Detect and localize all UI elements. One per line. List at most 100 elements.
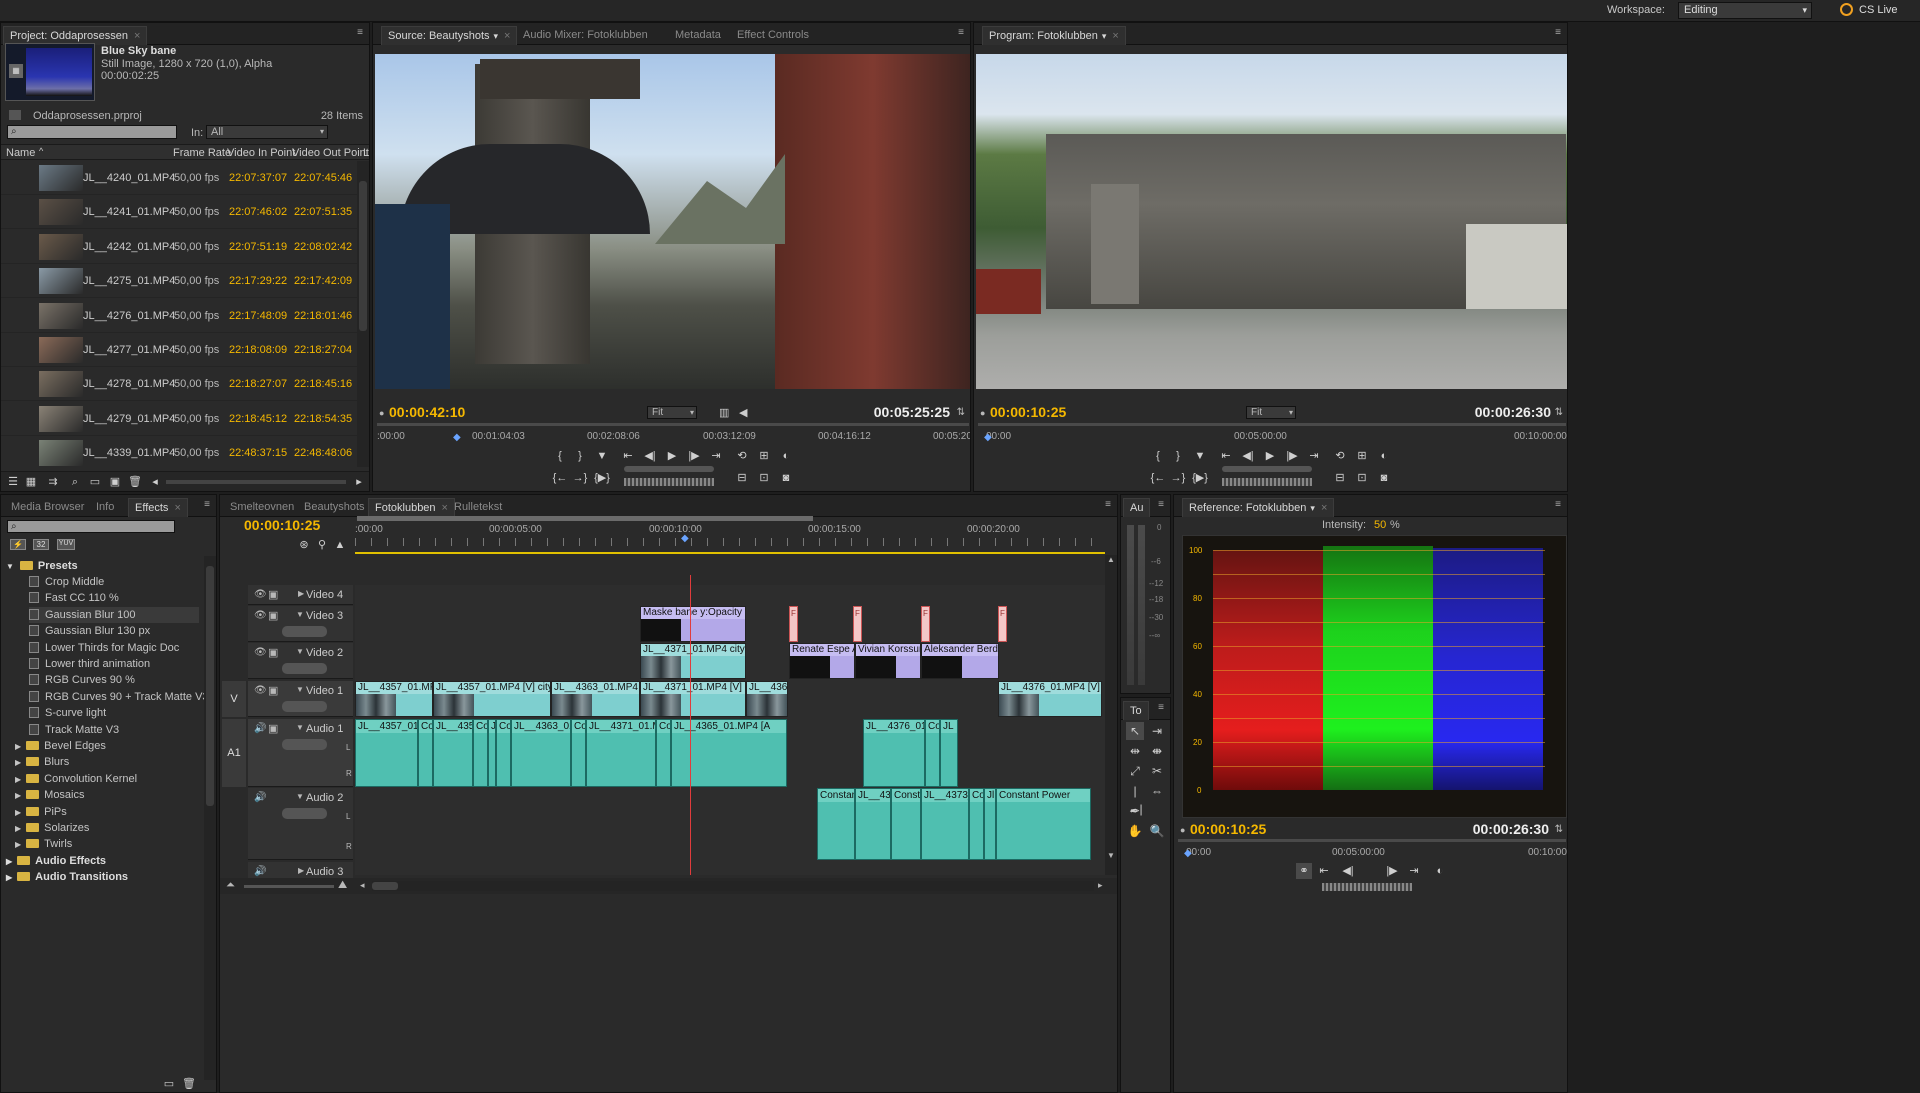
source-settings-icon[interactable]: ▥ bbox=[719, 406, 729, 419]
pen-tool-icon[interactable]: ✒ bbox=[1126, 802, 1144, 820]
output-icon[interactable]: ◐ bbox=[1432, 863, 1448, 879]
tab-source[interactable]: Source: Beautyshots ▾ × bbox=[381, 26, 518, 45]
eye-icon[interactable]: 👁 bbox=[254, 647, 267, 658]
close-icon[interactable]: × bbox=[174, 502, 180, 514]
preset-item[interactable]: Track Matte V3 bbox=[29, 722, 119, 738]
slide-tool-icon[interactable]: ⇔ bbox=[1148, 782, 1166, 800]
keyframe-toggle[interactable] bbox=[282, 626, 327, 637]
go-to-in-icon[interactable]: ⇤ bbox=[1218, 448, 1234, 464]
go-to-out-icon[interactable]: ⇥ bbox=[1306, 448, 1322, 464]
snap-icon[interactable]: ⊛ bbox=[296, 537, 312, 553]
list-view-icon[interactable]: ☰ bbox=[5, 474, 21, 490]
audio-clip[interactable]: JL__4357_ bbox=[433, 719, 473, 787]
row-in[interactable]: 22:48:37:15 bbox=[229, 447, 287, 459]
project-scrollbar[interactable] bbox=[357, 161, 369, 467]
keyframe-toggle[interactable] bbox=[282, 701, 327, 712]
output-icon[interactable]: ◐ bbox=[1376, 448, 1392, 464]
tab-rulletekst[interactable]: Rulletekst bbox=[448, 498, 508, 517]
close-icon[interactable]: × bbox=[504, 30, 510, 42]
audio-clip[interactable]: Consta bbox=[571, 719, 586, 787]
go-to-in-icon[interactable]: ⇤ bbox=[620, 448, 636, 464]
audio-clip[interactable]: JL bbox=[940, 719, 958, 787]
set-marker-icon[interactable]: ▼ bbox=[594, 448, 610, 464]
timeline-timecode[interactable]: 00:00:10:25 bbox=[244, 517, 320, 533]
add-marker-icon[interactable]: ▲ bbox=[332, 537, 348, 553]
close-icon[interactable]: × bbox=[134, 30, 140, 42]
preset-item[interactable]: Crop Middle bbox=[29, 574, 104, 590]
row-out[interactable]: 22:18:01:46 bbox=[294, 310, 352, 322]
track-toggle-icon[interactable]: ▣ bbox=[268, 722, 278, 735]
speaker-icon[interactable]: 🔊 bbox=[254, 792, 266, 803]
selection-tool-icon[interactable]: ↖ bbox=[1126, 722, 1144, 740]
work-area-bar[interactable] bbox=[357, 516, 813, 521]
zoom-slider[interactable] bbox=[244, 885, 334, 888]
audio-clip[interactable]: Constant Power bbox=[996, 788, 1091, 860]
track-toggle-icon[interactable]: ▣ bbox=[268, 684, 278, 697]
col-l[interactable]: L bbox=[363, 147, 369, 159]
keyframe-toggle[interactable] bbox=[282, 808, 327, 819]
step-back-icon[interactable]: ◀| bbox=[1340, 863, 1356, 879]
scroll-right-icon[interactable]: ▸ bbox=[351, 474, 367, 490]
step-back-icon[interactable]: ◀| bbox=[642, 448, 658, 464]
row-out[interactable]: 22:18:27:04 bbox=[294, 344, 352, 356]
audio-clip[interactable]: JL__4373_0 bbox=[921, 788, 969, 860]
row-out[interactable]: 22:18:54:35 bbox=[294, 413, 352, 425]
row-in[interactable]: 22:18:08:09 bbox=[229, 344, 287, 356]
go-prev-marker-icon[interactable]: {← bbox=[552, 470, 568, 486]
row-out[interactable]: 22:08:02:42 bbox=[294, 241, 352, 253]
preset-item[interactable]: Gaussian Blur 100 bbox=[29, 606, 199, 623]
go-to-in-icon[interactable]: ⇤ bbox=[1316, 863, 1332, 879]
project-row[interactable]: JL__4242_01.MP4 50,00 fps 22:07:51:19 22:08… bbox=[1, 230, 357, 264]
disclosure-open-icon[interactable]: ▼ bbox=[296, 723, 304, 732]
loop-icon[interactable]: ⟲ bbox=[734, 448, 750, 464]
disclosure-open-icon[interactable]: ▼ bbox=[296, 792, 304, 801]
preset-item[interactable]: Lower third animation bbox=[29, 656, 150, 672]
audio-clip[interactable]: Consta bbox=[891, 788, 921, 860]
reference-ruler[interactable]: 00:00 00:05:00:00 00:10:00 ◆ bbox=[1178, 839, 1567, 863]
tab-effect-controls[interactable]: Effect Controls bbox=[731, 26, 815, 45]
scroll-up-icon[interactable]: ▲ bbox=[1107, 555, 1115, 564]
razor-tool-icon[interactable]: ✂ bbox=[1148, 762, 1166, 780]
project-row[interactable]: JL__4278_01.MP4 50,00 fps 22:18:27:07 22:18… bbox=[1, 367, 357, 402]
col-out-point[interactable]: Video Out Point bbox=[292, 147, 369, 159]
clip-v2-4371[interactable]: JL__4371_01.MP4 city bbox=[640, 643, 746, 679]
loop-icon[interactable]: ⟲ bbox=[1332, 448, 1348, 464]
scroll-left-icon[interactable]: ◂ bbox=[360, 880, 365, 891]
reference-timecode[interactable]: 00:00:10:25 bbox=[1190, 821, 1266, 837]
mark-in-icon[interactable]: { bbox=[1150, 448, 1166, 464]
clip-v1-4357[interactable]: JL__4357_01.MP4 bbox=[355, 681, 433, 717]
speaker-icon[interactable]: 🔊 bbox=[254, 866, 266, 877]
effect-folder[interactable]: ▶ PiPs bbox=[15, 804, 67, 820]
source-playhead[interactable]: ◆ bbox=[453, 432, 461, 443]
tab-effects[interactable]: Effects × bbox=[128, 498, 188, 517]
project-row[interactable]: JL__4276_01.MP4 50,00 fps 22:17:48:09 22:18… bbox=[1, 299, 357, 333]
scroll-thumb[interactable] bbox=[372, 882, 398, 890]
jog-dial[interactable] bbox=[624, 478, 714, 486]
marker-clip[interactable]: F bbox=[921, 606, 930, 642]
tab-smelteovnen[interactable]: Smelteovnen bbox=[224, 498, 300, 517]
slip-tool-icon[interactable]: |↔| bbox=[1126, 782, 1144, 816]
disclosure-open-icon[interactable]: ▼ bbox=[296, 647, 304, 656]
eye-icon[interactable]: 👁 bbox=[254, 610, 267, 621]
row-in[interactable]: 22:17:48:09 bbox=[229, 310, 287, 322]
scroll-right-icon[interactable]: ▸ bbox=[1098, 880, 1103, 891]
insert-icon[interactable]: ⊟ bbox=[734, 470, 750, 486]
panel-menu-icon[interactable]: ≡ bbox=[958, 27, 964, 38]
icon-view-icon[interactable]: ▦ bbox=[23, 474, 39, 490]
disclosure-open-icon[interactable]: ▼ bbox=[296, 610, 304, 619]
play-icon[interactable]: ▶ bbox=[1262, 448, 1278, 464]
eye-icon[interactable]: 👁 bbox=[254, 589, 267, 600]
project-row[interactable]: JL__4241_01.MP4 50,00 fps 22:07:46:02 22:07… bbox=[1, 195, 357, 230]
workspace-select[interactable]: Editing ▾ bbox=[1678, 2, 1812, 19]
rolling-edit-tool-icon[interactable]: ⇼ bbox=[1148, 742, 1166, 760]
zoom-in-icon[interactable]: ⛰ bbox=[338, 879, 347, 892]
go-to-out-icon[interactable]: ⇥ bbox=[708, 448, 724, 464]
timeline-ruler[interactable]: :00:00 00:00:05:00 00:00:10:00 00:00:15:… bbox=[355, 522, 1105, 554]
tab-audio-meter[interactable]: Au bbox=[1123, 498, 1151, 517]
new-item-icon[interactable]: ▣ bbox=[107, 474, 123, 490]
close-icon[interactable]: × bbox=[1112, 30, 1118, 42]
32bit-badge[interactable]: 32 bbox=[33, 539, 49, 550]
jog-dial[interactable] bbox=[1322, 883, 1412, 891]
mark-out-icon[interactable]: } bbox=[572, 448, 588, 464]
source-fit-select[interactable]: Fit ▾ bbox=[647, 406, 697, 419]
